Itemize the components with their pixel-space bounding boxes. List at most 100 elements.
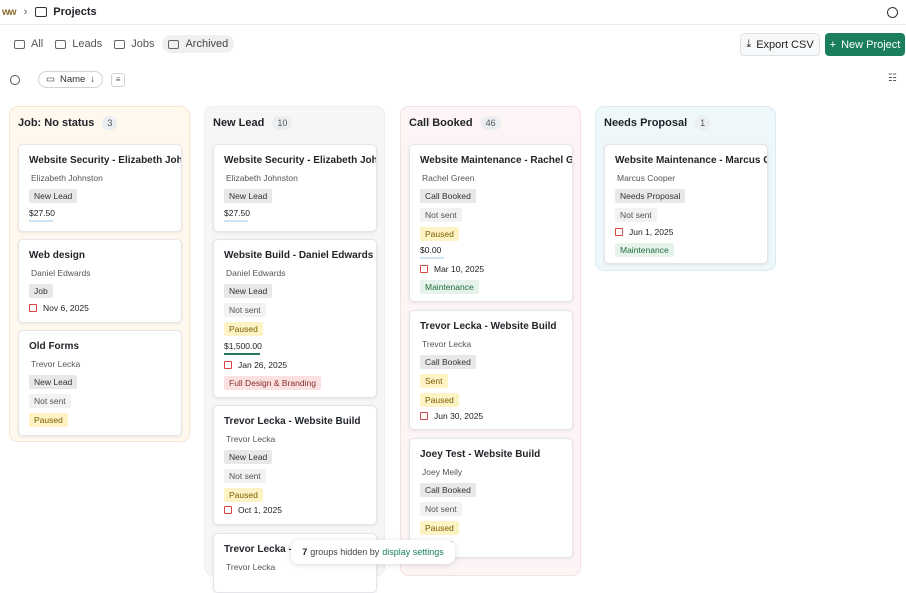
- top-bar: ww › Projects: [0, 0, 906, 24]
- chevron-right-icon: ›: [23, 6, 28, 18]
- filter-button[interactable]: ≡: [111, 72, 126, 87]
- breadcrumb[interactable]: Projects: [53, 6, 96, 18]
- app-logo[interactable]: ww: [2, 7, 17, 18]
- sort-pill[interactable]: ▭ Name ↓: [38, 71, 104, 88]
- new-project-label: New Project: [841, 38, 901, 51]
- column-new-lead: New Lead 10 Website Security - Elizabeth …: [204, 106, 385, 593]
- card-title: Website Security - Elizabeth Johns: [29, 155, 182, 166]
- date-text: Nov 6, 2025: [43, 303, 89, 313]
- download-icon: ⤓: [746, 38, 752, 50]
- send-status-chip: Sent: [420, 374, 448, 388]
- card-date: Jun 1, 2025: [615, 227, 673, 237]
- column-header: Job: No status 3: [18, 116, 118, 130]
- column-count: 10: [272, 116, 293, 130]
- project-card[interactable]: Web design Daniel Edwards Job Nov 6, 202…: [18, 239, 182, 323]
- column-call-booked: Call Booked 46 Website Maintenance - Rach…: [400, 106, 581, 576]
- card-title: Joey Test - Website Build: [420, 449, 541, 460]
- view-tabs: All Leads Jobs Archived: [10, 35, 235, 53]
- send-status-chip: Not sent: [29, 394, 71, 408]
- card-date: Oct 1, 2025: [224, 505, 282, 515]
- tab-jobs[interactable]: Jobs: [110, 35, 158, 53]
- tab-label: Jobs: [131, 38, 155, 50]
- date-text: Mar 10, 2025: [434, 264, 485, 274]
- card-title: Web design: [29, 250, 85, 261]
- status-chip: Call Booked: [420, 355, 476, 369]
- layers-icon: [14, 39, 25, 49]
- new-project-button[interactable]: + New Project: [825, 33, 905, 56]
- column-header: Call Booked 46: [409, 116, 501, 130]
- tab-label: Archived: [185, 38, 229, 50]
- project-card[interactable]: Website Security - Elizabeth Johns Eliza…: [213, 144, 377, 232]
- kanban-board: Job: No status 3 Website Security - Eliza…: [9, 106, 906, 593]
- project-card[interactable]: Website Maintenance - Rachel Gre Rachel …: [409, 144, 573, 302]
- payment-chip: Paused: [420, 393, 459, 407]
- date-text: Jan 26, 2025: [238, 360, 288, 370]
- column-count: 1: [695, 116, 711, 130]
- tab-label: Leads: [72, 38, 103, 50]
- calendar-icon: [420, 412, 428, 420]
- date-text: Jun 1, 2025: [629, 227, 674, 237]
- hidden-text: groups hidden by: [310, 547, 380, 557]
- status-chip: New Lead: [224, 450, 273, 464]
- tab-label: All: [31, 38, 44, 50]
- column-count: 46: [480, 116, 501, 130]
- project-card[interactable]: Old Forms Trevor Lecka New Lead Not sent…: [18, 330, 182, 436]
- filter-icon: ≡: [115, 75, 121, 84]
- display-settings-icon[interactable]: ☷: [888, 73, 899, 84]
- project-card[interactable]: Website Build - Daniel Edwards Daniel Ed…: [213, 239, 377, 398]
- column-header: Needs Proposal 1: [604, 116, 711, 130]
- header-divider: [0, 24, 906, 25]
- payment-chip: Paused: [420, 227, 459, 241]
- tab-all[interactable]: All: [10, 35, 47, 53]
- search-icon[interactable]: [10, 74, 20, 85]
- card-contact: Trevor Lecka: [31, 359, 81, 369]
- status-chip: Call Booked: [420, 483, 476, 497]
- card-contact: Daniel Edwards: [31, 268, 91, 278]
- user-plus-icon: [55, 39, 67, 49]
- project-card[interactable]: Trevor Lecka - Website Build Trevor Leck…: [213, 405, 377, 525]
- payment-chip: Paused: [420, 521, 459, 535]
- calendar-icon: [615, 228, 623, 236]
- card-amount: $1,500.00: [224, 341, 262, 351]
- arrow-down-icon: ↓: [90, 74, 96, 85]
- export-label: Export CSV: [756, 38, 814, 51]
- amount-bar: [224, 353, 260, 355]
- tab-archived[interactable]: Archived: [162, 35, 235, 53]
- column-title: Call Booked: [409, 117, 473, 129]
- card-title: Website Maintenance - Rachel Gre: [420, 155, 573, 166]
- column-header: New Lead 10: [213, 116, 293, 130]
- tab-leads[interactable]: Leads: [51, 35, 106, 53]
- card-contact: Marcus Cooper: [617, 173, 676, 183]
- card-contact: Daniel Edwards: [226, 268, 286, 278]
- status-chip: Job: [29, 284, 53, 298]
- folder-icon: [35, 7, 48, 17]
- send-status-chip: Not sent: [615, 208, 657, 222]
- status-chip: New Lead: [29, 375, 78, 389]
- amount-bar: [224, 220, 248, 222]
- calendar-icon: [29, 304, 37, 312]
- timer-button[interactable]: [882, 2, 902, 22]
- card-amount: $0.00: [420, 245, 442, 255]
- payment-chip: Paused: [224, 322, 263, 336]
- send-status-chip: Not sent: [224, 303, 266, 317]
- card-contact: Elizabeth Johnston: [226, 173, 298, 183]
- display-settings-link[interactable]: display settings: [382, 547, 444, 557]
- card-date: Jun 30, 2025: [420, 411, 483, 421]
- export-csv-button[interactable]: ⤓ Export CSV: [740, 33, 820, 56]
- date-text: Oct 1, 2025: [238, 505, 282, 515]
- card-title: Website Security - Elizabeth Johns: [224, 155, 377, 166]
- plus-icon: +: [829, 38, 837, 51]
- project-card[interactable]: Trevor Lecka - Website Build Trevor Leck…: [409, 310, 573, 430]
- card-title: Website Build - Daniel Edwards: [224, 250, 374, 261]
- status-chip: New Lead: [224, 189, 273, 203]
- project-card[interactable]: Website Maintenance - Marcus Co Marcus C…: [604, 144, 768, 264]
- payment-chip: Paused: [29, 413, 68, 427]
- card-contact: Joey Meily: [422, 467, 463, 477]
- hidden-count: 7: [302, 547, 308, 557]
- timer-icon: [886, 6, 898, 18]
- card-date: Jan 26, 2025: [224, 360, 287, 370]
- date-text: Jun 30, 2025: [434, 411, 484, 421]
- send-status-chip: Not sent: [224, 469, 266, 483]
- sort-label: Name: [59, 74, 86, 85]
- project-card[interactable]: Website Security - Elizabeth Johns Eliza…: [18, 144, 182, 232]
